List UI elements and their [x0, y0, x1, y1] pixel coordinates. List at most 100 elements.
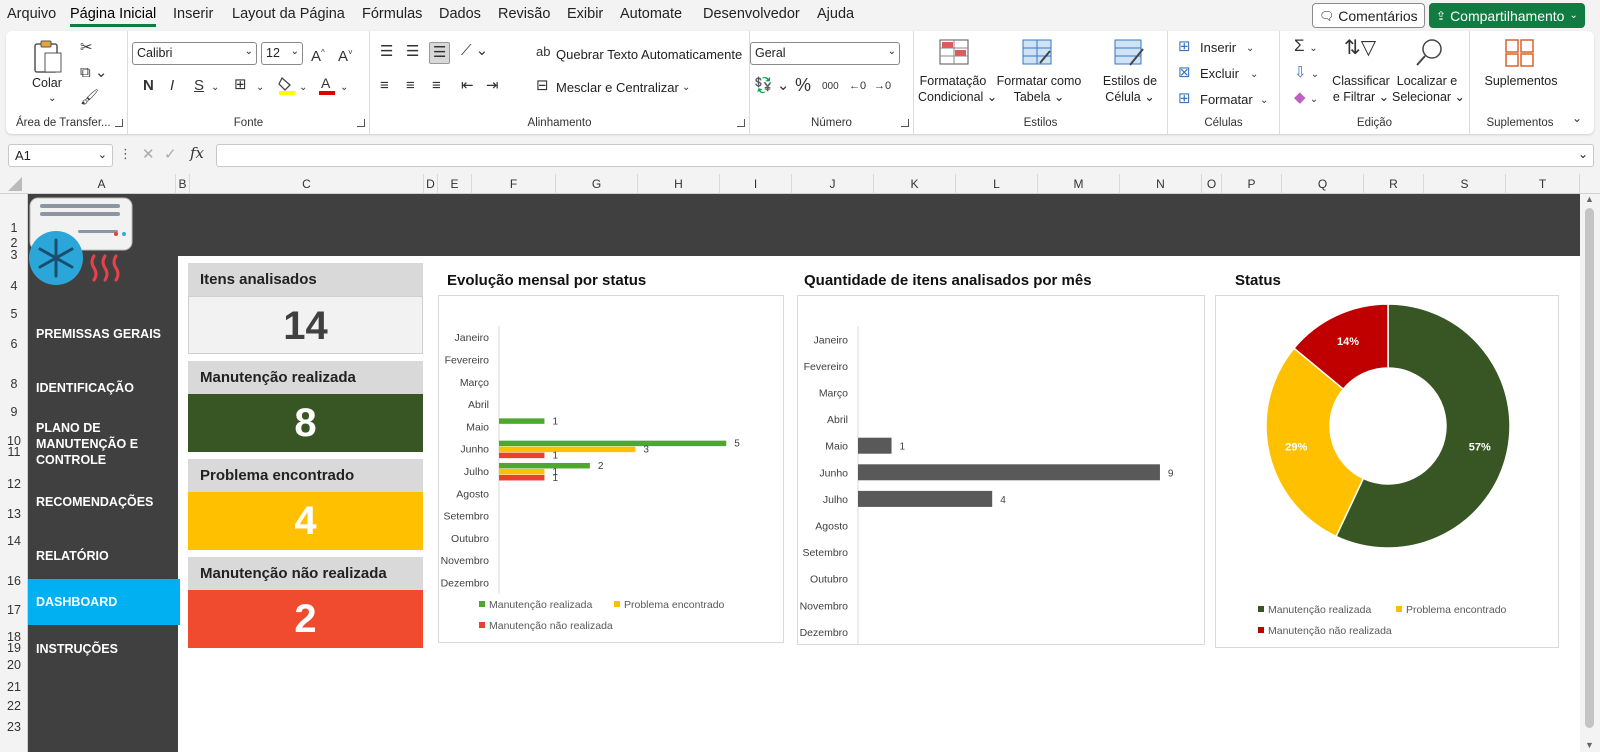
bold-button[interactable]: N — [143, 77, 154, 95]
underline-button[interactable]: S — [194, 77, 204, 95]
insert-cells-icon[interactable]: ⊞ — [1178, 38, 1191, 56]
tab-ajuda[interactable]: Ajuda — [817, 6, 854, 22]
align-left-icon[interactable]: ≡ — [380, 77, 389, 95]
cancel-icon[interactable]: ✕ — [142, 145, 155, 163]
cell-styles-icon[interactable] — [1114, 39, 1144, 67]
orientation-icon[interactable]: ⟋ ⌄ — [461, 42, 488, 60]
borders-icon[interactable]: ⊞ — [234, 76, 247, 94]
select-all-icon[interactable] — [8, 177, 22, 191]
merge-icon[interactable]: ⊟ — [536, 77, 549, 95]
chart1-area[interactable]: Janeiro Fevereiro Março Abril Maio 1 Junho 5 3 1 J… — [438, 295, 784, 643]
format-painter-icon[interactable]: 🖌 — [80, 89, 99, 107]
column-header-l[interactable]: L — [956, 174, 1038, 194]
row-header[interactable]: 13 — [0, 507, 28, 521]
chevron-down-icon[interactable]: ⌄ — [211, 79, 219, 97]
row-header[interactable]: 11 — [0, 445, 28, 459]
paste-icon[interactable] — [32, 39, 64, 75]
column-header-c[interactable]: C — [190, 174, 424, 194]
decrease-indent-icon[interactable]: ⇤ — [461, 77, 474, 95]
sidebar-item-premissas-gerais[interactable]: PREMISSAS GERAIS — [36, 326, 161, 342]
tab-arquivo[interactable]: Arquivo — [7, 6, 56, 22]
fill-color-icon[interactable] — [278, 75, 296, 95]
column-header-s[interactable]: S — [1424, 174, 1506, 194]
decrease-decimal-icon[interactable]: →0 — [874, 77, 891, 95]
column-header-h[interactable]: H — [638, 174, 720, 194]
tab-dados[interactable]: Dados — [439, 6, 481, 22]
thousands-icon[interactable]: 000 — [822, 78, 839, 96]
row-header[interactable]: 16 — [0, 574, 28, 588]
wrap-text-button[interactable]: Quebrar Texto Automaticamente — [556, 47, 742, 62]
currency-icon[interactable]: 💱 ⌄ — [754, 77, 789, 95]
enter-icon[interactable]: ✓ — [164, 145, 177, 163]
cut-icon[interactable]: ✂ — [80, 39, 93, 57]
tab-layout[interactable]: Layout da Página — [232, 6, 345, 22]
column-header-k[interactable]: K — [874, 174, 956, 194]
chevron-down-icon[interactable]: ⌄ — [48, 91, 56, 107]
column-header-a[interactable]: A — [28, 174, 176, 194]
align-bottom-icon[interactable]: ☰ — [429, 42, 451, 64]
column-header-m[interactable]: M — [1038, 174, 1120, 194]
conditional-format-icon[interactable] — [939, 39, 969, 67]
row-header[interactable]: 17 — [0, 603, 28, 617]
addins-button[interactable]: Suplementos — [1478, 73, 1564, 89]
comments-button[interactable]: 🗨 Comentários — [1312, 3, 1425, 28]
row-header[interactable]: 4 — [0, 279, 28, 293]
sidebar-item-instrucoes[interactable]: INSTRUÇÕES — [36, 641, 118, 657]
row-header[interactable]: 12 — [0, 477, 28, 491]
increase-decimal-icon[interactable]: ←0 — [849, 77, 866, 95]
align-right-icon[interactable]: ≡ — [432, 77, 441, 95]
sidebar-item-identificacao[interactable]: IDENTIFICAÇÃO — [36, 380, 134, 396]
column-header-t[interactable]: T — [1506, 174, 1580, 194]
column-header-p[interactable]: P — [1222, 174, 1282, 194]
delete-cells-icon[interactable]: ⊠ — [1178, 64, 1191, 82]
chevron-down-icon[interactable]: ⌄ — [682, 79, 690, 97]
chevron-down-icon[interactable]: ⌄ — [1260, 92, 1268, 110]
sidebar-item-recomendacoes[interactable]: RECOMENDAÇÕES — [36, 494, 153, 510]
wrap-text-icon[interactable]: ab — [536, 43, 550, 61]
dialog-launcher-icon[interactable] — [115, 119, 123, 127]
chevron-down-icon[interactable]: ⌄ — [299, 79, 307, 97]
font-name-select[interactable]: Calibri ⌄ — [132, 42, 257, 65]
align-top-icon[interactable]: ☰ — [380, 43, 393, 61]
row-header[interactable]: 21 — [0, 680, 28, 694]
increase-font-icon[interactable]: A^ — [311, 44, 325, 66]
align-center-icon[interactable]: ≡ — [406, 77, 415, 95]
tab-inserir[interactable]: Inserir — [173, 6, 213, 22]
dialog-launcher-icon[interactable] — [901, 119, 909, 127]
sort-filter-icon[interactable]: ⇅▽ — [1344, 38, 1376, 58]
fill-icon[interactable]: ⇩ ⌄ — [1294, 64, 1319, 84]
chevron-down-icon[interactable]: ⌄ — [340, 79, 348, 97]
autosum-icon[interactable]: Σ ⌄ — [1294, 37, 1318, 58]
conditional-format-button[interactable]: Formatação Condicional ⌄ — [918, 73, 997, 105]
row-header[interactable]: 1 — [0, 221, 28, 235]
chevron-down-icon[interactable]: ⌄ — [1246, 40, 1254, 58]
chart3-area[interactable]: 57% 29% 14% Manutenção realizada Problema en… — [1215, 295, 1559, 648]
copy-icon[interactable]: ⧉ ⌄ — [80, 64, 107, 82]
row-header[interactable]: 9 — [0, 405, 28, 419]
sidebar-item-plano-manutencao[interactable]: PLANO DE MANUTENÇÃO E CONTROLE — [36, 420, 156, 468]
font-size-select[interactable]: 12 ⌄ — [261, 42, 303, 65]
scrollbar-thumb[interactable] — [1585, 208, 1594, 728]
format-cells-icon[interactable]: ⊞ — [1178, 90, 1191, 108]
column-header-b[interactable]: B — [176, 174, 190, 194]
decrease-font-icon[interactable]: A˅ — [338, 44, 353, 66]
clear-icon[interactable]: ◆ ⌄ — [1294, 89, 1318, 109]
increase-indent-icon[interactable]: ⇥ — [486, 77, 499, 95]
tab-exibir[interactable]: Exibir — [567, 6, 603, 22]
tab-pagina-inicial[interactable]: Página Inicial — [70, 6, 157, 27]
row-header[interactable]: 23 — [0, 720, 28, 734]
column-header-r[interactable]: R — [1364, 174, 1424, 194]
cell-styles-button[interactable]: Estilos de Célula ⌄ — [1102, 73, 1158, 105]
sort-filter-button[interactable]: Classificar e Filtrar ⌄ — [1330, 73, 1392, 105]
tab-revisao[interactable]: Revisão — [498, 6, 550, 22]
tab-formulas[interactable]: Fórmulas — [362, 6, 422, 22]
addins-icon[interactable] — [1505, 39, 1535, 67]
sidebar-item-dashboard[interactable]: DASHBOARD — [36, 594, 117, 610]
collapse-ribbon-icon[interactable]: ⌄ — [1572, 109, 1582, 127]
row-header[interactable]: 8 — [0, 377, 28, 391]
scroll-up-icon[interactable]: ▲ — [1585, 194, 1594, 204]
find-select-icon[interactable] — [1414, 37, 1446, 69]
dialog-launcher-icon[interactable] — [737, 119, 745, 127]
align-middle-icon[interactable]: ☰ — [406, 43, 419, 61]
percent-icon[interactable]: % — [795, 76, 811, 94]
